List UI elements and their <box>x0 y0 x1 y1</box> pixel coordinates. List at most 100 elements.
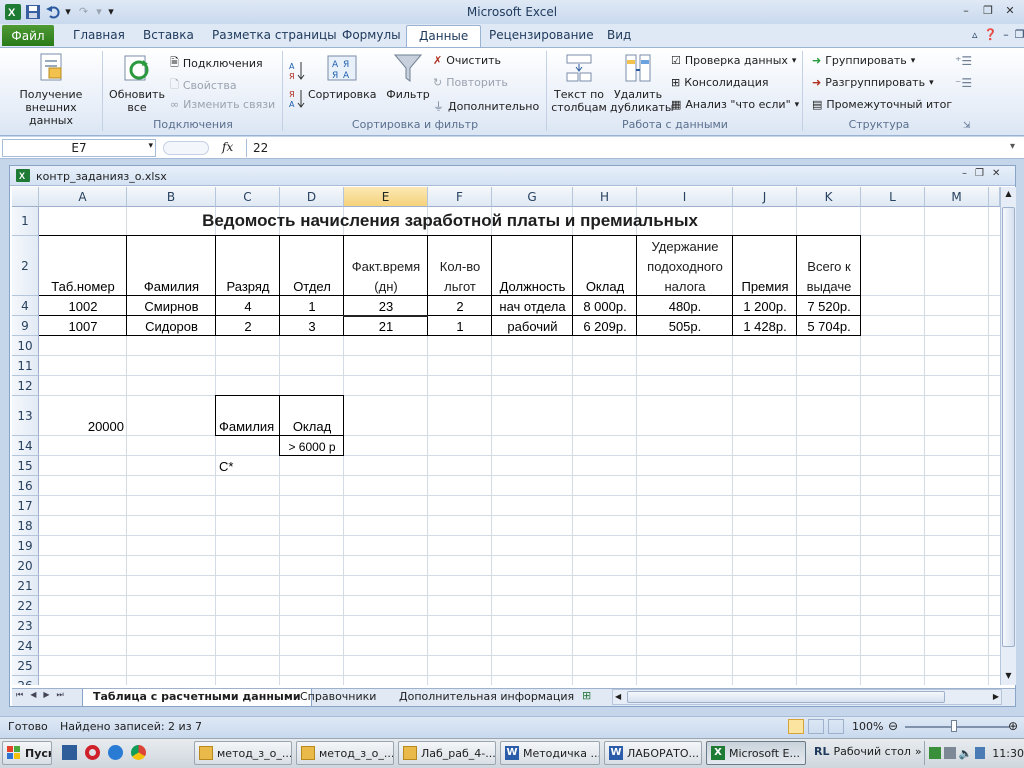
col-header-c[interactable]: C <box>216 187 280 207</box>
zoom-level[interactable]: 100% <box>852 720 883 733</box>
tab-home[interactable]: Главная <box>73 27 125 46</box>
get-external-data-button[interactable]: Получение внешних данных <box>2 52 100 127</box>
row-header-16[interactable]: 16 <box>12 476 39 496</box>
col-header-l[interactable]: L <box>861 187 925 207</box>
cell-g9[interactable]: рабочий <box>492 316 573 336</box>
col-header-j[interactable]: J <box>733 187 797 207</box>
select-all-corner[interactable] <box>12 187 39 207</box>
show-desktop-icon[interactable] <box>62 745 77 760</box>
restore-icon[interactable]: ❐ <box>975 168 984 179</box>
connections-button[interactable]: 🗎 Подключения <box>170 54 263 73</box>
cell-h4[interactable]: 8 000р. <box>573 296 637 316</box>
cell-b4[interactable]: Смирнов <box>127 296 216 316</box>
tab-insert[interactable]: Вставка <box>143 27 194 46</box>
sheet-tab-additional[interactable]: Дополнительная информация <box>389 689 584 706</box>
normal-view-icon[interactable] <box>788 719 804 734</box>
cell-a4[interactable]: 1002 <box>39 296 127 316</box>
tray-network-icon[interactable] <box>929 747 941 759</box>
restore-icon[interactable]: ❐ <box>978 2 998 18</box>
horizontal-scrollbar[interactable]: ◀ ▶ <box>612 689 1002 705</box>
cell-d9[interactable]: 3 <box>280 316 344 336</box>
cell-d4[interactable]: 1 <box>280 296 344 316</box>
workbook-restore-icon[interactable]: ❐ <box>1015 28 1024 41</box>
row-header-22[interactable]: 22 <box>12 596 39 616</box>
row-header-9[interactable]: 9 <box>12 316 39 336</box>
chevron-down-icon[interactable]: ▾ <box>148 141 153 151</box>
close-icon[interactable]: ✕ <box>992 168 1000 179</box>
cell-j4[interactable]: 1 200р. <box>733 296 797 316</box>
row-header-10[interactable]: 10 <box>12 336 39 356</box>
row-header-14[interactable]: 14 <box>12 436 39 456</box>
help-icon[interactable]: ❓ <box>984 28 998 41</box>
cell-a13[interactable]: 20000 <box>39 396 127 436</box>
formula-input[interactable]: 22 <box>246 139 1008 157</box>
sheet-tab-references[interactable]: Справочники <box>290 689 386 706</box>
cell-f9[interactable]: 1 <box>428 316 492 336</box>
dialog-launcher-icon[interactable]: ⇲ <box>963 121 971 131</box>
cell-d14[interactable]: > 6000 р <box>280 436 344 456</box>
edit-links-button[interactable]: ∞ Изменить связи <box>170 98 275 111</box>
taskbar-item-folder-3[interactable]: Лаб_раб_4-... <box>398 741 496 765</box>
row-header-15[interactable]: 15 <box>12 456 39 476</box>
first-sheet-icon[interactable]: ⏮ <box>16 690 23 700</box>
minimize-icon[interactable]: – <box>962 168 967 179</box>
subtotal-button[interactable]: ▤ Промежуточный итог <box>812 98 952 111</box>
sheet-tab-calculations[interactable]: Таблица с расчетными данными <box>82 689 312 706</box>
cell-b9[interactable]: Сидоров <box>127 316 216 336</box>
minimize-icon[interactable]: – <box>956 2 976 18</box>
row-header-20[interactable]: 20 <box>12 556 39 576</box>
insert-sheet-icon[interactable]: ⊞ <box>582 689 591 702</box>
tray-lang-icon[interactable] <box>975 747 986 759</box>
remove-duplicates-button[interactable]: Удалить дубликаты <box>610 52 674 114</box>
row-header-2[interactable]: 2 <box>12 236 39 296</box>
taskbar-item-folder-1[interactable]: метод_з_о_... <box>194 741 292 765</box>
col-header-d[interactable]: D <box>280 187 344 207</box>
row-header-17[interactable]: 17 <box>12 496 39 516</box>
row-header-4[interactable]: 4 <box>12 296 39 316</box>
col-header-f[interactable]: F <box>428 187 492 207</box>
desktop-toolbar[interactable]: RL Рабочий стол» <box>814 745 922 758</box>
formula-bar-expand-handle[interactable] <box>163 141 209 155</box>
cell-h9[interactable]: 6 209р. <box>573 316 637 336</box>
zoom-slider[interactable] <box>905 726 1009 728</box>
col-header-m[interactable]: M <box>925 187 989 207</box>
clock[interactable]: 11:30 <box>992 747 1024 760</box>
insert-function-icon[interactable]: fx <box>222 140 233 154</box>
cell-c15[interactable]: С* <box>216 456 280 476</box>
row-header-18[interactable]: 18 <box>12 516 39 536</box>
tray-device-icon[interactable] <box>943 747 956 759</box>
row-header-26[interactable]: 26 <box>12 676 39 685</box>
data-validation-button[interactable]: ☑ Проверка данных ▾ <box>671 54 796 67</box>
scroll-down-icon[interactable]: ▼ <box>1003 671 1014 681</box>
last-sheet-icon[interactable]: ⏭ <box>57 690 64 700</box>
scroll-right-icon[interactable]: ▶ <box>993 692 999 701</box>
sort-az-icon[interactable]: AЯ <box>289 60 305 82</box>
clear-filter-button[interactable]: ✗ Очистить <box>433 54 501 67</box>
cell-k4[interactable]: 7 520р. <box>797 296 861 316</box>
ie-icon[interactable] <box>108 745 123 760</box>
name-box[interactable]: E7 ▾ <box>2 139 156 157</box>
sort-button[interactable]: AЯЯA Сортировка <box>308 52 377 101</box>
col-header-i[interactable]: I <box>637 187 733 207</box>
vertical-scrollbar[interactable]: ▲ ▼ <box>1000 187 1016 685</box>
tab-formulas[interactable]: Формулы <box>342 27 401 46</box>
zoom-in-icon[interactable]: ⊕ <box>1008 719 1018 733</box>
cell-c9[interactable]: 2 <box>216 316 280 336</box>
taskbar-item-folder-2[interactable]: метод_з_о_... <box>296 741 394 765</box>
prev-sheet-icon[interactable]: ◀ <box>30 690 36 700</box>
col-header-n[interactable] <box>989 187 1000 207</box>
chrome-icon[interactable] <box>131 745 146 760</box>
row-header-24[interactable]: 24 <box>12 636 39 656</box>
cell-a9[interactable]: 1007 <box>39 316 127 336</box>
hide-detail-icon[interactable]: ⁻☰ <box>955 76 972 90</box>
row-header-13[interactable]: 13 <box>12 396 39 436</box>
tab-review[interactable]: Рецензирование <box>489 27 594 46</box>
group-button[interactable]: ➜ Группировать ▾ <box>812 54 915 67</box>
filter-button[interactable]: Фильтр <box>386 52 430 101</box>
file-tab[interactable]: Файл <box>2 25 54 46</box>
col-header-e[interactable]: E <box>344 187 428 207</box>
tab-data[interactable]: Данные <box>406 25 482 48</box>
page-layout-view-icon[interactable] <box>808 719 824 734</box>
cell-c4[interactable]: 4 <box>216 296 280 316</box>
row-header-25[interactable]: 25 <box>12 656 39 676</box>
